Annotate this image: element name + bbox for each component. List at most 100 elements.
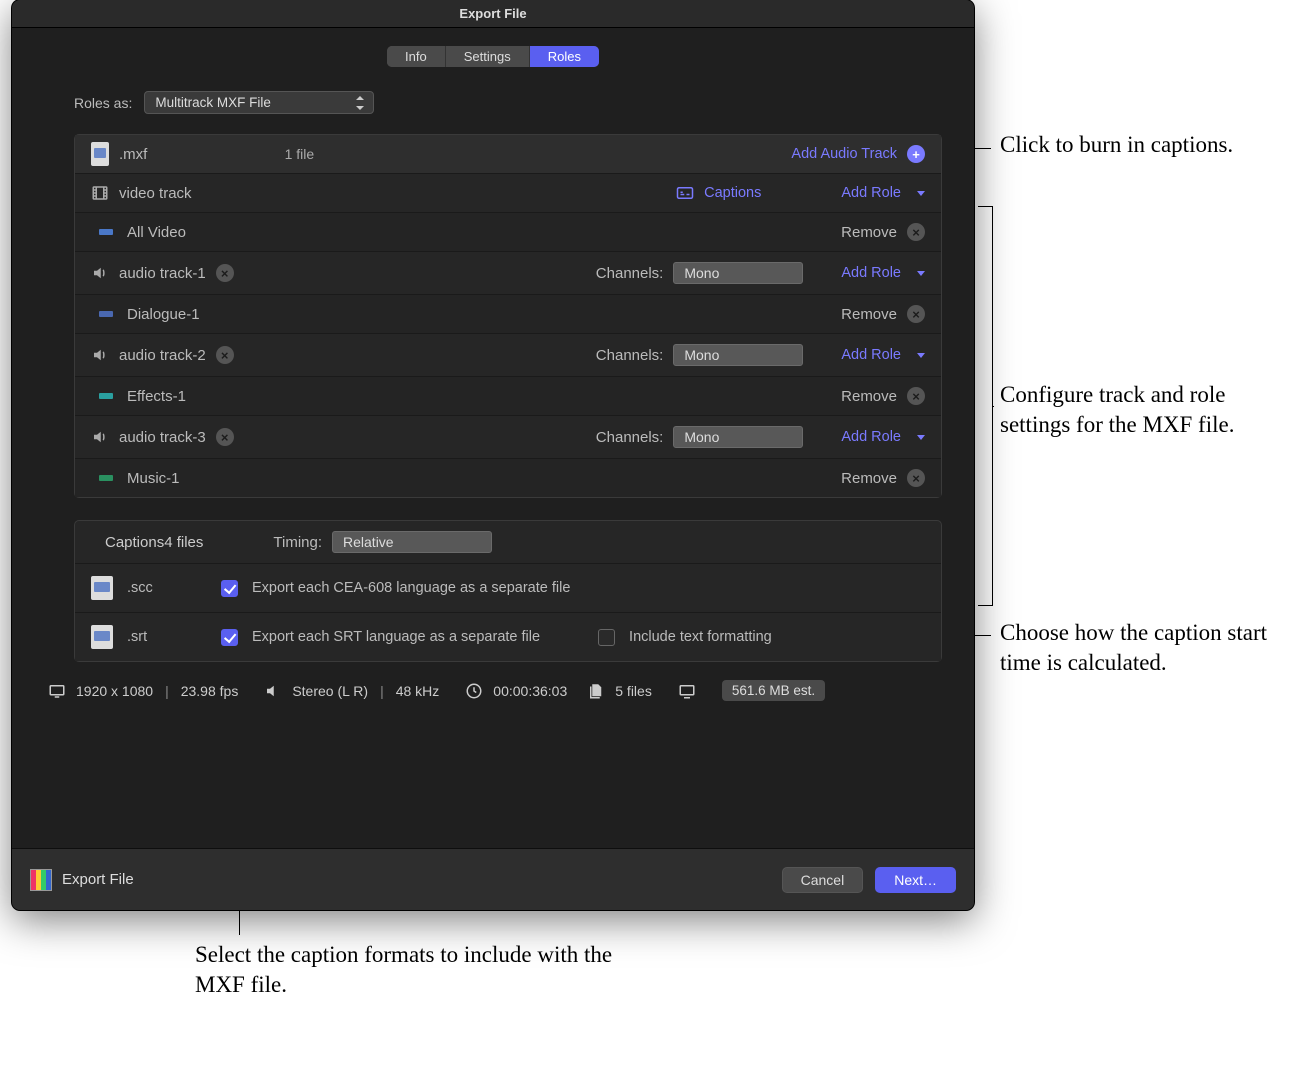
chevron-down-icon[interactable] [917, 271, 925, 276]
scc-file-icon [91, 576, 113, 600]
captions-panel: Captions 4 files Timing: Relative .scc E… [74, 520, 942, 662]
footer: Export File Cancel Next… [12, 848, 974, 910]
remove-track-1-icon[interactable]: × [216, 264, 234, 282]
annotation-timing: Choose how the caption start time is cal… [1000, 618, 1280, 678]
add-role-video-button[interactable]: Add Role [841, 185, 901, 201]
audio-track-3-label: audio track-3 [119, 429, 206, 446]
cancel-button[interactable]: Cancel [782, 867, 864, 893]
role-color-chip [99, 393, 113, 399]
remove-role-x-icon[interactable]: × [907, 305, 925, 323]
speaker-icon [264, 682, 282, 700]
status-bar: 1920 x 1080 | 23.98 fps Stereo (L R) | 4… [34, 668, 952, 701]
channels-label: Channels: [596, 265, 664, 282]
scc-export-label: Export each CEA-608 language as a separa… [252, 580, 570, 596]
chevron-down-icon[interactable] [917, 435, 925, 440]
roles-as-label: Roles as: [74, 95, 132, 111]
clock-icon [465, 682, 483, 700]
remove-role-button[interactable]: Remove [841, 470, 897, 487]
status-fps: 23.98 fps [181, 683, 239, 699]
remove-role-x-icon[interactable]: × [907, 387, 925, 405]
captions-burn-button[interactable]: Captions [704, 185, 761, 201]
remove-role-button[interactable]: Remove [841, 224, 897, 241]
channels-label: Channels: [596, 429, 664, 446]
display-icon [48, 682, 66, 700]
timing-select[interactable]: Relative [332, 531, 492, 553]
audio-track-2-label: audio track-2 [119, 347, 206, 364]
annotation-caption-formats: Select the caption formats to include wi… [195, 940, 615, 1000]
role-all-video: All Video [127, 224, 186, 241]
tab-settings[interactable]: Settings [446, 46, 530, 67]
role-color-chip [99, 311, 113, 317]
mxf-file-count: 1 file [285, 146, 315, 162]
add-role-audio2-button[interactable]: Add Role [841, 347, 901, 363]
annotation-burn-captions: Click to burn in captions. [1000, 130, 1260, 160]
captions-file-count: 4 files [164, 534, 203, 551]
role-effects-1: Effects-1 [127, 388, 186, 405]
export-window: Export File Info Settings Roles Roles as… [12, 0, 974, 910]
remove-role-x-icon[interactable]: × [907, 223, 925, 241]
speaker-icon [91, 428, 109, 446]
captions-header-label: Captions [105, 534, 164, 551]
mxf-ext: .mxf [119, 146, 147, 163]
speaker-icon [91, 264, 109, 282]
srt-export-label: Export each SRT language as a separate f… [252, 629, 540, 645]
remove-role-button[interactable]: Remove [841, 388, 897, 405]
remove-track-2-icon[interactable]: × [216, 346, 234, 364]
audio-track-1-label: audio track-1 [119, 265, 206, 282]
video-track-label: video track [119, 185, 192, 202]
channels-3-value: Mono [684, 429, 719, 445]
annotation-bracket [978, 206, 993, 606]
timing-value: Relative [343, 534, 394, 550]
status-files: 5 files [615, 683, 652, 699]
channels-1-value: Mono [684, 265, 719, 281]
channels-1-select[interactable]: Mono [673, 262, 803, 284]
srt-formatting-checkbox[interactable] [598, 629, 615, 646]
status-audio: Stereo (L R) [292, 683, 368, 699]
scc-ext-label: .scc [127, 580, 207, 596]
status-khz: 48 kHz [396, 683, 440, 699]
mxf-file-icon [91, 145, 109, 163]
status-size: 561.6 MB est. [722, 680, 825, 701]
speaker-icon [91, 346, 109, 364]
status-resolution: 1920 x 1080 [76, 683, 153, 699]
files-icon [587, 682, 605, 700]
chevron-down-icon[interactable] [917, 353, 925, 358]
popup-arrows-icon [355, 96, 365, 110]
tab-bar: Info Settings Roles [387, 46, 599, 67]
remove-role-x-icon[interactable]: × [907, 469, 925, 487]
scc-export-checkbox[interactable] [221, 580, 238, 597]
srt-file-icon [91, 625, 113, 649]
srt-ext-label: .srt [127, 629, 207, 645]
timing-label: Timing: [273, 534, 322, 551]
srt-export-checkbox[interactable] [221, 629, 238, 646]
add-audio-track-plus-icon[interactable]: + [907, 145, 925, 163]
channels-3-select[interactable]: Mono [673, 426, 803, 448]
mxf-panel: .mxf 1 file Add Audio Track + video trac… [74, 134, 942, 498]
export-file-icon [30, 869, 52, 891]
next-button[interactable]: Next… [875, 867, 956, 893]
remove-role-button[interactable]: Remove [841, 306, 897, 323]
role-dialogue-1: Dialogue-1 [127, 306, 200, 323]
add-audio-track-button[interactable]: Add Audio Track [791, 146, 897, 162]
leader-line [993, 406, 994, 407]
role-color-chip [99, 475, 113, 481]
role-music-1: Music-1 [127, 470, 180, 487]
add-role-audio3-button[interactable]: Add Role [841, 429, 901, 445]
channels-label: Channels: [596, 347, 664, 364]
roles-as-value: Multitrack MXF File [155, 95, 271, 110]
captions-icon [676, 184, 694, 202]
role-color-chip [99, 229, 113, 235]
status-duration: 00:00:36:03 [493, 683, 567, 699]
window-title: Export File [12, 0, 974, 28]
tab-roles[interactable]: Roles [530, 46, 599, 67]
film-icon [91, 184, 109, 202]
chevron-down-icon[interactable] [917, 191, 925, 196]
channels-2-value: Mono [684, 347, 719, 363]
footer-title: Export File [62, 871, 134, 888]
roles-as-popup[interactable]: Multitrack MXF File [144, 91, 374, 114]
add-role-audio1-button[interactable]: Add Role [841, 265, 901, 281]
srt-formatting-label: Include text formatting [629, 629, 772, 645]
tab-info[interactable]: Info [387, 46, 446, 67]
channels-2-select[interactable]: Mono [673, 344, 803, 366]
remove-track-3-icon[interactable]: × [216, 428, 234, 446]
